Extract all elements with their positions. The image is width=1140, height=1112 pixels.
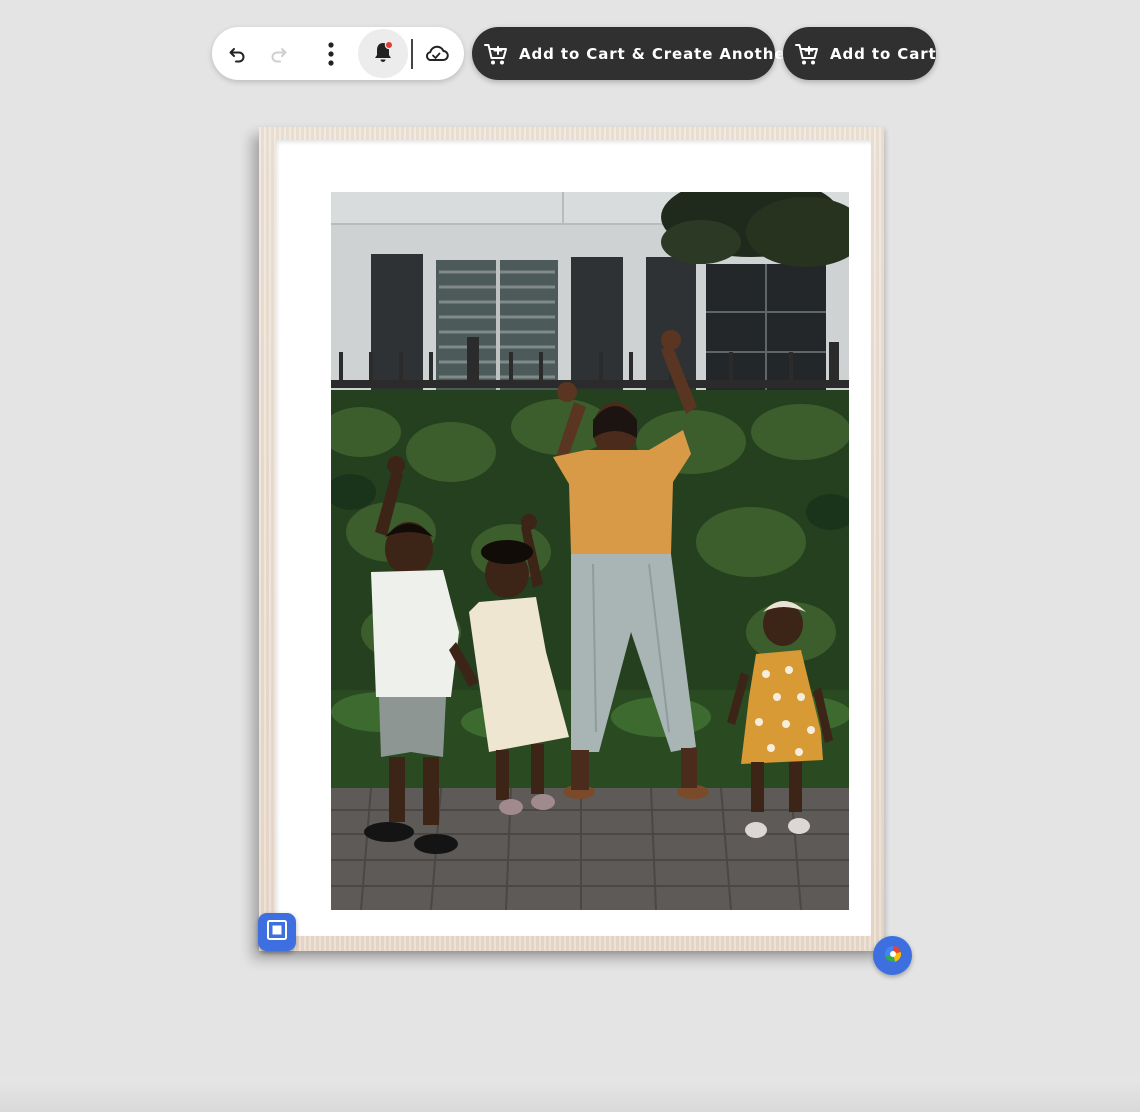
toolbar-divider <box>411 39 413 69</box>
more-vertical-icon <box>327 41 335 67</box>
wood-frame[interactable] <box>259 127 884 951</box>
redo-button[interactable] <box>256 27 300 80</box>
undo-icon <box>228 44 248 64</box>
editor-canvas: Add to Cart & Create Another Add to Cart <box>0 0 1140 1112</box>
add-to-cart-label: Add to Cart <box>830 44 937 63</box>
notifications-button[interactable] <box>358 29 408 78</box>
cloud-save-button[interactable] <box>414 27 458 80</box>
cart-icon <box>794 41 820 67</box>
crop-frame-icon <box>266 919 288 945</box>
bottom-panel-edge <box>0 1078 1140 1112</box>
more-options-button[interactable] <box>309 27 353 80</box>
cart-icon <box>483 41 509 67</box>
create-another-label: Add to Cart & Create Another <box>519 44 794 63</box>
frame-select-badge[interactable] <box>258 913 296 951</box>
photo-mat <box>275 140 871 936</box>
redo-icon <box>268 44 288 64</box>
photo-source-icon <box>883 944 903 968</box>
editor-toolbar <box>212 27 464 80</box>
cloud-save-icon <box>423 44 449 64</box>
bell-icon <box>371 40 395 68</box>
undo-button[interactable] <box>216 27 260 80</box>
family-photo[interactable] <box>331 192 849 910</box>
add-to-cart-button[interactable]: Add to Cart <box>783 27 936 80</box>
add-to-cart-and-create-another-button[interactable]: Add to Cart & Create Another <box>472 27 793 80</box>
photo-source-badge[interactable] <box>873 936 912 975</box>
